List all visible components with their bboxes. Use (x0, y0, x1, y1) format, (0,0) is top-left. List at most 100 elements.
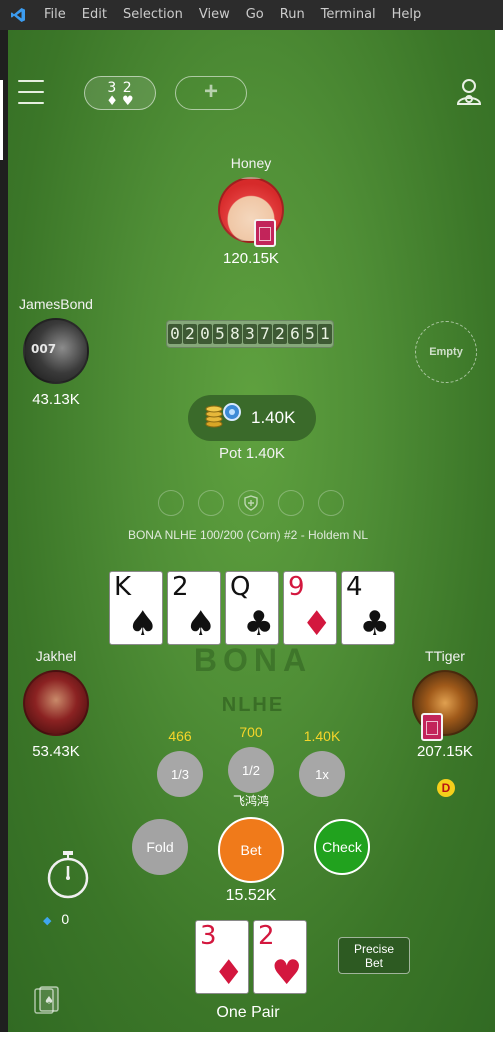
precise-bet-label: Precise Bet (353, 941, 394, 970)
avatar-007-text: 007 (31, 342, 57, 356)
card-rank: 2 (172, 572, 189, 602)
counter-digit: 2 (273, 324, 287, 344)
seat-dot (318, 490, 344, 516)
counter-digit: 6 (288, 324, 302, 344)
player-name-ttiger: TTiger (425, 648, 465, 664)
seat-dot (158, 490, 184, 516)
player-chips-jakhel: 53.43K (32, 743, 80, 760)
bet-label: Bet (240, 842, 262, 858)
bottom-window-edge (0, 1032, 503, 1040)
quick-bet-value-pot: 1.40K (303, 728, 341, 744)
counter-digit: 2 (183, 324, 197, 344)
seat-dot (198, 490, 224, 516)
community-card: K ♠ (109, 571, 163, 645)
card-back-honey (254, 219, 276, 247)
hero-username: 飞鸿鸿 (232, 794, 269, 808)
menu-help[interactable]: Help (384, 0, 430, 30)
player-name-jamesbond: JamesBond (19, 296, 93, 312)
hand-name: One Pair (216, 1004, 280, 1021)
community-card: 2 ♠ (167, 571, 221, 645)
menu-selection[interactable]: Selection (115, 0, 191, 30)
card-suit: ♠ (127, 604, 158, 644)
hamburger-menu-icon[interactable] (18, 80, 44, 104)
check-label: Check (322, 839, 362, 855)
plus-icon: + (203, 78, 218, 105)
check-button[interactable]: Check (314, 819, 370, 875)
player-chips-jamesbond: 43.13K (32, 391, 80, 408)
counter-digit: 0 (168, 324, 182, 344)
community-card: Q ♣ (225, 571, 279, 645)
player-name-jakhel: Jakhel (35, 648, 77, 664)
hole-card: 3 ♦ (195, 920, 249, 994)
precise-bet-button[interactable]: Precise Bet (338, 937, 410, 974)
card-suit: ♦ (213, 953, 244, 993)
menu-view[interactable]: View (191, 0, 238, 30)
vscode-icon (0, 0, 36, 30)
bet-button[interactable]: Bet (218, 817, 284, 883)
player-chips-ttiger: 207.15K (417, 743, 473, 760)
menu-terminal[interactable]: Terminal (313, 0, 384, 30)
chips-icon (205, 403, 241, 428)
card-deck-icon[interactable]: ♠ (34, 986, 60, 1014)
menu-edit[interactable]: Edit (74, 0, 115, 30)
card-rank: K (114, 572, 132, 602)
card-suit: ♦ (301, 604, 332, 644)
counter-digit: 0 (198, 324, 212, 344)
shield-icon (244, 495, 258, 511)
quick-bet-value-half: 700 (239, 724, 263, 740)
card-back-ttiger (421, 713, 443, 741)
empty-seat-label: Empty (429, 346, 463, 358)
add-table-button[interactable]: + (175, 76, 247, 110)
dealer-button: D (437, 779, 455, 797)
quick-bet-half-button[interactable]: 1/2 (228, 747, 274, 793)
counter-digit: 5 (213, 324, 227, 344)
menu-file[interactable]: File (36, 0, 74, 30)
menu-bar: File Edit Selection View Go Run Terminal… (0, 0, 503, 30)
card-suit: ♠ (185, 604, 216, 644)
svg-text:♠: ♠ (44, 994, 54, 1007)
hole-card: 2 ♥ (253, 920, 307, 994)
card-suit: ♣ (359, 604, 390, 644)
profile-icon[interactable] (454, 76, 484, 108)
right-window-edge (495, 30, 503, 1040)
community-card: 9 ♦ (283, 571, 337, 645)
card-suit: ♥ (271, 953, 302, 993)
card-rank: Q (230, 572, 251, 602)
card-rank: 3 (200, 921, 217, 951)
quick-bet-pot-button[interactable]: 1x (299, 751, 345, 797)
diamond-balance: ◆ 0 (43, 911, 69, 927)
fold-label: Fold (146, 839, 174, 855)
card-rank: 9 (288, 572, 305, 602)
poker-table: 3 2 ♦ ♥ + Honey 120.15K JamesBond 007 43… (8, 30, 495, 1032)
nlhe-logo: NLHE (221, 694, 285, 716)
player-chips-honey: 120.15K (223, 250, 279, 267)
deck-indicator-button[interactable]: 3 2 ♦ ♥ (84, 76, 156, 110)
hand-number-counter: 02058372651 (166, 320, 334, 348)
seat-dot (278, 490, 304, 516)
pot-box: 1.40K (188, 395, 316, 441)
left-window-edge (0, 30, 8, 1040)
community-card: 4 ♣ (341, 571, 395, 645)
bona-logo: BONA (193, 642, 313, 678)
deck-numbers: 3 2 (107, 80, 133, 96)
avatar-jakhel[interactable] (23, 670, 89, 736)
quick-bet-half-label: 1/2 (241, 762, 261, 778)
table-name: BONA NLHE 100/200 (Corn) #2 - Holdem NL (127, 528, 369, 542)
avatar-jamesbond[interactable]: 007 (23, 318, 89, 384)
quick-bet-value-third: 466 (168, 728, 192, 744)
counter-digit: 3 (243, 324, 257, 344)
diamond-icon: ◆ (43, 915, 52, 927)
empty-seat-button[interactable]: Empty (415, 321, 477, 383)
counter-digit: 7 (258, 324, 272, 344)
seat-dot-shield (238, 490, 264, 516)
stopwatch-icon[interactable] (46, 850, 90, 900)
diamond-count: 0 (61, 911, 70, 927)
card-suit: ♣ (243, 604, 274, 644)
hero-stake: 15.52K (225, 887, 277, 904)
quick-bet-third-button[interactable]: 1/3 (157, 751, 203, 797)
menu-go[interactable]: Go (238, 0, 272, 30)
counter-digit: 8 (228, 324, 242, 344)
quick-bet-pot-label: 1x (315, 766, 329, 782)
fold-button[interactable]: Fold (132, 819, 188, 875)
menu-run[interactable]: Run (272, 0, 313, 30)
